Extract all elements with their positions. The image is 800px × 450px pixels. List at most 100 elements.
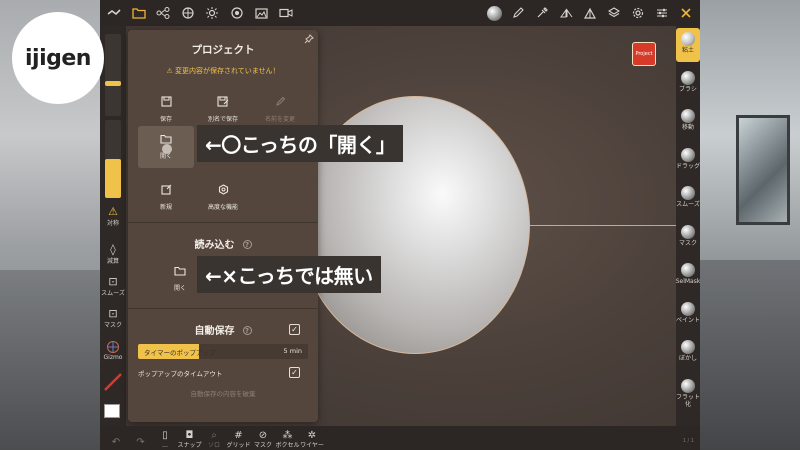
- bottom-tool-label: ボクセル: [275, 442, 300, 449]
- intensity-slider[interactable]: [105, 120, 121, 198]
- folder-icon: [174, 266, 186, 279]
- tool-label: スムーズ: [676, 201, 700, 208]
- color-swatch[interactable]: [104, 404, 120, 418]
- save-as-button[interactable]: 別名で保存: [195, 88, 251, 130]
- tool-3[interactable]: 移動: [676, 105, 700, 139]
- camera-icon: ◘: [185, 430, 194, 441]
- bottom-tool-8[interactable]: ⁂ ボクセル: [276, 430, 300, 449]
- tool-5[interactable]: スムーズ: [676, 182, 700, 216]
- brush-sphere-icon: [681, 109, 695, 123]
- bottom-tool-4[interactable]: ◘ スナップ: [178, 430, 202, 449]
- tool-2[interactable]: ブラシ: [676, 67, 700, 101]
- layers-icon[interactable]: [602, 1, 626, 25]
- bottom-tool-1[interactable]: ↶: [104, 437, 128, 449]
- rename-button[interactable]: 名前を変更: [252, 88, 308, 130]
- bottom-tool-3[interactable]: ▯...: [153, 430, 177, 449]
- discard-autosave-button[interactable]: 自動保存の内容を破棄: [128, 388, 318, 398]
- sliders-icon[interactable]: [650, 1, 674, 25]
- tool-label: SelMask: [675, 278, 700, 285]
- save-button[interactable]: 保存: [138, 88, 194, 130]
- grid-icon: #: [234, 430, 243, 441]
- pencil-icon: [275, 96, 286, 110]
- help-icon[interactable]: ?: [242, 240, 252, 249]
- video-icon[interactable]: [274, 1, 298, 25]
- triangle-icon[interactable]: [578, 1, 602, 25]
- floppy-disk-icon: [160, 95, 172, 110]
- pin-icon[interactable]: [304, 34, 314, 47]
- decimate-button[interactable]: ◊ 減算: [100, 243, 126, 266]
- help-icon[interactable]: ?: [242, 326, 252, 335]
- ijigen-logo: ijigen: [12, 12, 104, 104]
- radius-slider[interactable]: [105, 34, 121, 116]
- gear-icon: [218, 183, 229, 198]
- tool-8[interactable]: ペイント: [676, 298, 700, 332]
- warning-triangle-icon: ⚠: [108, 205, 118, 218]
- brush-sphere-icon: [681, 378, 695, 393]
- symmetry-icon[interactable]: [554, 1, 578, 25]
- brush-sphere-icon: [681, 186, 695, 200]
- bottom-tool-label: ...: [162, 442, 168, 449]
- timer-popup-slider[interactable]: タイマーのポップアップ 5 min: [138, 344, 308, 359]
- intensity-slider-fill: [105, 159, 121, 198]
- wireframe-icon: ✲: [307, 430, 317, 441]
- tool-10[interactable]: フラット化: [676, 375, 700, 409]
- tool-6[interactable]: マスク: [676, 221, 700, 255]
- bottom-tool-5[interactable]: ⌕ ソロ: [202, 430, 226, 449]
- left-smooth-button[interactable]: ⊡ スムーズ: [100, 276, 126, 298]
- project-badge[interactable]: Project: [632, 42, 656, 66]
- symmetry-toggle[interactable]: ⚠ 対称: [100, 205, 126, 228]
- folder-icon[interactable]: [127, 1, 151, 25]
- globe-icon[interactable]: [176, 1, 200, 25]
- phone-icon: ▯: [162, 430, 168, 441]
- tool-7[interactable]: SelMask: [676, 259, 700, 293]
- eye-slash-icon: ⊘: [258, 430, 268, 441]
- pen-icon[interactable]: [506, 1, 530, 25]
- panel-divider: [128, 222, 318, 223]
- bottom-tool-label: ワイヤー: [300, 442, 324, 449]
- left-mask-button[interactable]: ⊡ マスク: [100, 307, 126, 330]
- left-toolbar: ⚠ 対称 ◊ 減算 ⊡ スムーズ ⊡ マスク Gizmo: [100, 26, 126, 426]
- autosave-checkbox[interactable]: ✓: [289, 324, 300, 335]
- bottom-tool-7[interactable]: ⊘ マスク: [251, 430, 275, 449]
- top-toolbar: [100, 0, 700, 26]
- matcap-ball-icon[interactable]: [482, 1, 506, 25]
- advanced-button[interactable]: 高度な機能: [195, 176, 251, 218]
- brush-sphere-icon: [681, 32, 695, 46]
- caption-not-this: ←×こっちでは無い: [197, 256, 381, 293]
- settings-icon[interactable]: [626, 1, 650, 25]
- tool-9[interactable]: ぼかし: [676, 336, 700, 370]
- right-toolbar: 粘土ブラシ移動ドラッグスムーズマスク SelMask ペイントぼかしフラット化: [676, 26, 700, 426]
- tool-1[interactable]: 粘土: [676, 28, 700, 62]
- background-right-photo: [700, 0, 800, 450]
- bottom-tool-label: スナップ: [177, 442, 202, 449]
- caption-open-this: ←〇こっちの「開く」: [197, 125, 404, 162]
- stroke-color-swatch[interactable]: [102, 371, 124, 393]
- mask-square-icon: ⊡: [108, 307, 118, 320]
- menu-icon[interactable]: [102, 1, 126, 25]
- drop-icon: ◊: [110, 243, 116, 256]
- material-icon[interactable]: [225, 1, 249, 25]
- nomad-sculpt-app: Project ⚠ 対称 ◊ 減算 ⊡ スムーズ ⊡ マスク Gizmo プロジ…: [100, 0, 700, 450]
- project-panel: プロジェクト ⚠ 変更内容が保存されていません！ 保存 別名で保存 名前を変更: [128, 30, 318, 422]
- new-project-button[interactable]: 新規: [138, 176, 194, 218]
- image-icon[interactable]: [249, 1, 273, 25]
- eyedropper-icon[interactable]: [530, 1, 554, 25]
- brush-sphere-icon: [681, 224, 695, 239]
- tool-4[interactable]: ドラッグ: [676, 144, 700, 178]
- tool-label: ブラシ: [679, 85, 697, 93]
- popup-timeout-checkbox[interactable]: ✓: [289, 367, 300, 378]
- bottom-tool-6[interactable]: # グリッド: [227, 430, 251, 449]
- tool-label: ぼかし: [678, 355, 697, 362]
- tool-label: ドラッグ: [676, 162, 700, 170]
- unsaved-warning: ⚠ 変更内容が保存されていません！: [166, 67, 280, 75]
- save-as-icon: [217, 95, 229, 110]
- bottom-tool-9[interactable]: ✲ ワイヤー: [300, 430, 324, 449]
- gizmo-button[interactable]: Gizmo: [100, 340, 126, 361]
- tools-icon[interactable]: [674, 1, 698, 25]
- scene-graph-icon[interactable]: [151, 1, 175, 25]
- page-indicator: 1 / 1: [682, 438, 694, 444]
- radius-slider-fill: [105, 81, 121, 86]
- sun-icon[interactable]: [200, 1, 224, 25]
- bottom-tool-2[interactable]: ↷: [129, 437, 153, 449]
- voxel-icon: ⁂: [282, 430, 293, 441]
